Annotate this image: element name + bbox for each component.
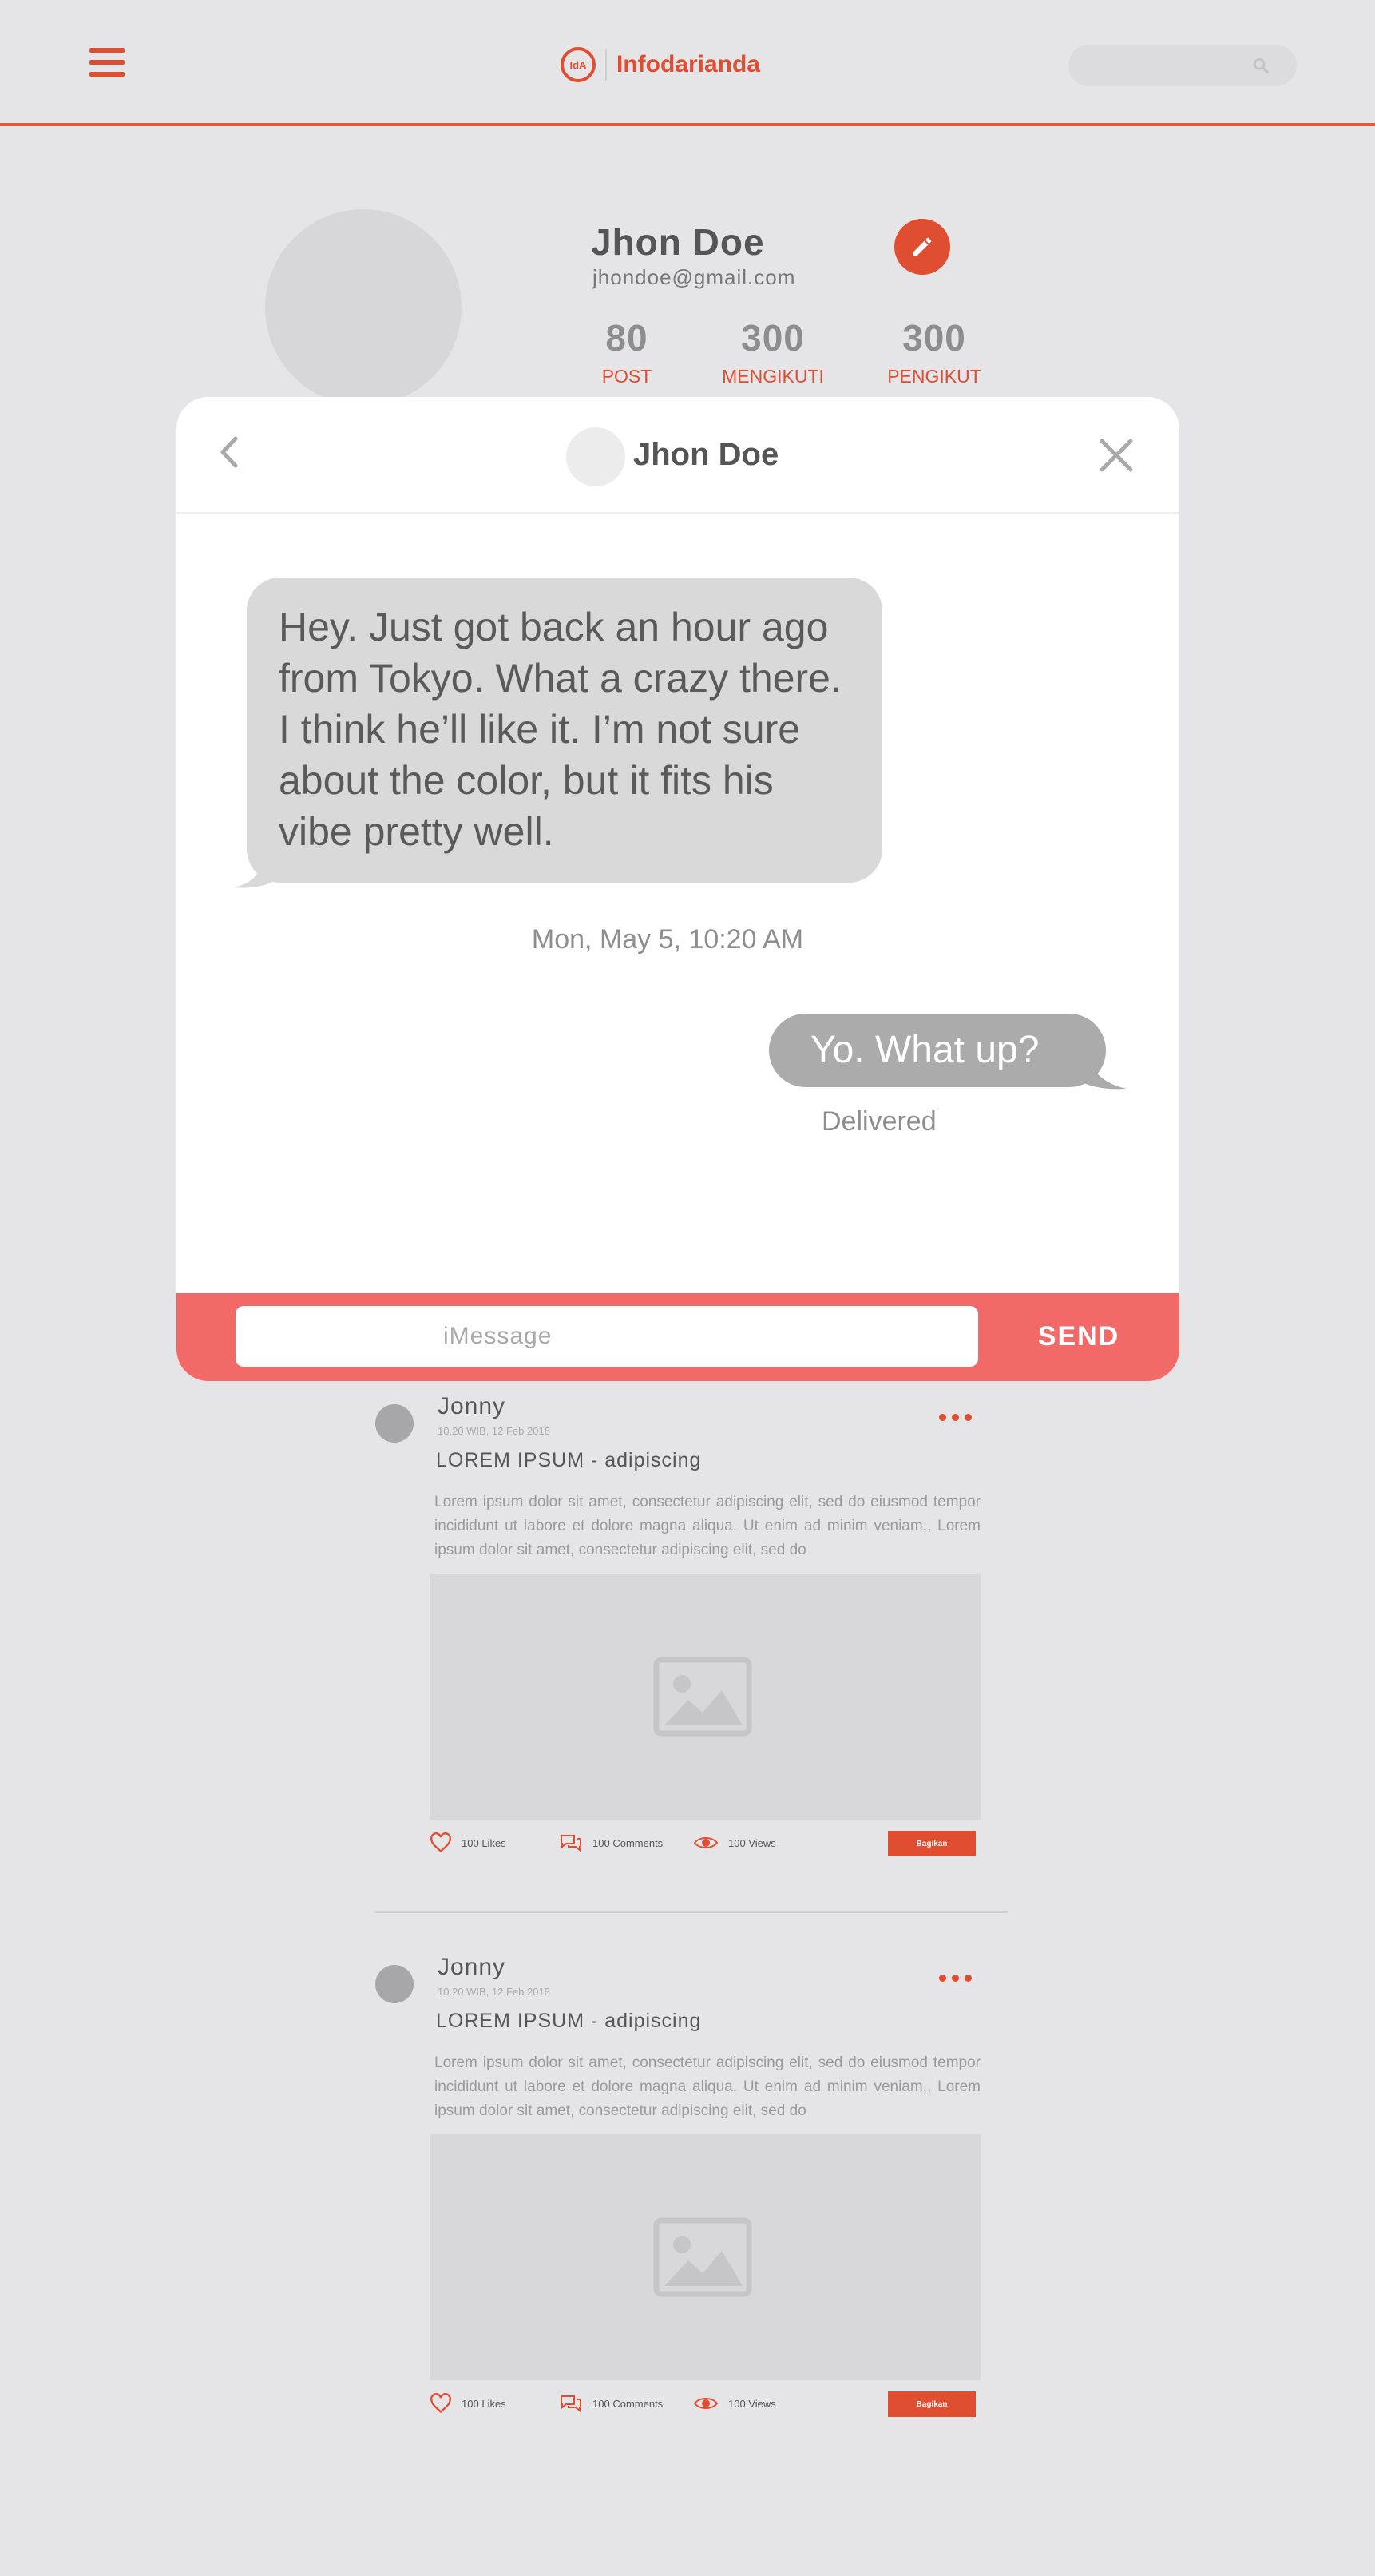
likes-count: 100 xyxy=(462,1836,479,1849)
post-body: Lorem ipsum dolor sit amet, consectetur … xyxy=(434,1494,981,1558)
stat-followers[interactable]: 300 PENGIKUT xyxy=(886,316,982,387)
likes-label: Likes xyxy=(481,2397,506,2410)
comments-label: Comments xyxy=(612,1836,664,1849)
feed-post: Jonny 10.20 WIB, 12 Feb 2018 LOREM IPSUM… xyxy=(375,1393,1008,1936)
brand-name: Infodarianda xyxy=(616,51,761,77)
incoming-message: Hey. Just got back an hour ago from Toky… xyxy=(247,578,882,883)
chat-contact-name: Jhon Doe xyxy=(633,437,779,472)
more-options-icon[interactable] xyxy=(939,1975,972,1982)
views-label: Views xyxy=(748,1836,776,1849)
comments-label: Comments xyxy=(612,2397,664,2410)
like-button[interactable]: 100 Likes xyxy=(430,1831,506,1855)
brand-logo: IdA xyxy=(561,47,596,82)
eye-icon xyxy=(693,1837,719,1848)
send-button[interactable]: SEND xyxy=(999,1306,1159,1367)
stat-following[interactable]: 300 MENGIKUTI xyxy=(719,316,827,387)
views-indicator: 100 Views xyxy=(693,2391,776,2415)
post-image-placeholder[interactable] xyxy=(430,1574,981,1820)
post-body: Lorem ipsum dolor sit amet, consectetur … xyxy=(434,2054,981,2119)
views-label: Views xyxy=(748,2397,776,2410)
stat-following-label: MENGIKUTI xyxy=(722,366,824,387)
stat-followers-value: 300 xyxy=(902,317,966,359)
heart-icon xyxy=(430,1832,451,1853)
chevron-left-icon[interactable] xyxy=(210,432,250,472)
heart-icon xyxy=(430,2393,451,2414)
post-author-name[interactable]: Jonny xyxy=(438,1954,505,1981)
chat-contact-avatar xyxy=(566,427,625,486)
views-count: 100 xyxy=(728,2397,746,2410)
feed-post: Jonny 10.20 WIB, 12 Feb 2018 LOREM IPSUM… xyxy=(375,1954,1008,2497)
post-title[interactable]: LOREM IPSUM - adipiscing xyxy=(436,1449,701,1472)
comments-icon xyxy=(561,2395,581,2413)
post-image-placeholder[interactable] xyxy=(430,2134,981,2380)
hamburger-icon[interactable] xyxy=(89,48,125,77)
comment-button[interactable]: 100 Comments xyxy=(559,1831,663,1855)
brand[interactable]: IdA Infodarianda xyxy=(561,45,760,85)
close-icon[interactable] xyxy=(1096,435,1136,475)
post-date: 10.20 WIB, 12 Feb 2018 xyxy=(438,1986,550,1998)
comment-button[interactable]: 100 Comments xyxy=(559,2391,663,2415)
edit-profile-button[interactable] xyxy=(894,219,950,275)
top-navbar: IdA Infodarianda xyxy=(0,0,1375,126)
chat-header: Jhon Doe xyxy=(176,397,1179,514)
eye-icon xyxy=(693,2398,719,2409)
profile-email: jhondoe@gmail.com xyxy=(592,265,796,289)
stat-post-value: 80 xyxy=(605,317,648,359)
message-composer: SEND xyxy=(176,1293,1179,1381)
stat-post[interactable]: 80 POST xyxy=(595,316,659,387)
share-button[interactable]: Bagikan xyxy=(888,1831,976,1856)
likes-label: Likes xyxy=(481,1836,506,1849)
more-options-icon[interactable] xyxy=(939,1414,972,1421)
post-actions: 100 Likes 100 Comments 100 Views Bagikan xyxy=(430,1831,981,1858)
post-author-name[interactable]: Jonny xyxy=(438,1393,505,1420)
pencil-icon xyxy=(913,237,932,256)
comments-icon xyxy=(561,1835,581,1852)
comments-count: 100 xyxy=(592,1836,610,1849)
post-author-avatar[interactable] xyxy=(375,1965,414,2003)
share-button[interactable]: Bagikan xyxy=(888,2391,976,2417)
post-title[interactable]: LOREM IPSUM - adipiscing xyxy=(436,2010,701,2033)
stat-post-label: POST xyxy=(601,366,652,387)
post-author-avatar[interactable] xyxy=(375,1404,414,1443)
like-button[interactable]: 100 Likes xyxy=(430,2391,506,2415)
comments-count: 100 xyxy=(592,2397,610,2410)
post-divider xyxy=(375,1911,1008,1913)
search-icon[interactable] xyxy=(1252,57,1270,74)
likes-count: 100 xyxy=(462,2397,479,2410)
image-icon xyxy=(653,2217,752,2297)
outgoing-message: Yo. What up? xyxy=(769,1014,1106,1087)
profile-avatar xyxy=(265,209,462,406)
views-count: 100 xyxy=(728,1836,746,1849)
post-actions: 100 Likes 100 Comments 100 Views Bagikan xyxy=(430,2391,981,2419)
post-date: 10.20 WIB, 12 Feb 2018 xyxy=(438,1425,550,1437)
delivery-status: Delivered xyxy=(822,1106,937,1137)
views-indicator: 100 Views xyxy=(693,1831,776,1855)
brand-divider xyxy=(605,49,607,81)
profile-name: Jhon Doe xyxy=(591,221,765,263)
search-input[interactable] xyxy=(1068,45,1297,86)
image-icon xyxy=(653,1657,752,1737)
message-timestamp: Mon, May 5, 10:20 AM xyxy=(531,924,804,955)
stat-following-value: 300 xyxy=(741,317,805,359)
stat-followers-label: PENGIKUT xyxy=(887,366,981,387)
message-input[interactable] xyxy=(236,1306,978,1367)
chat-modal: Jhon Doe Hey. Just got back an hour ago … xyxy=(176,397,1179,1381)
